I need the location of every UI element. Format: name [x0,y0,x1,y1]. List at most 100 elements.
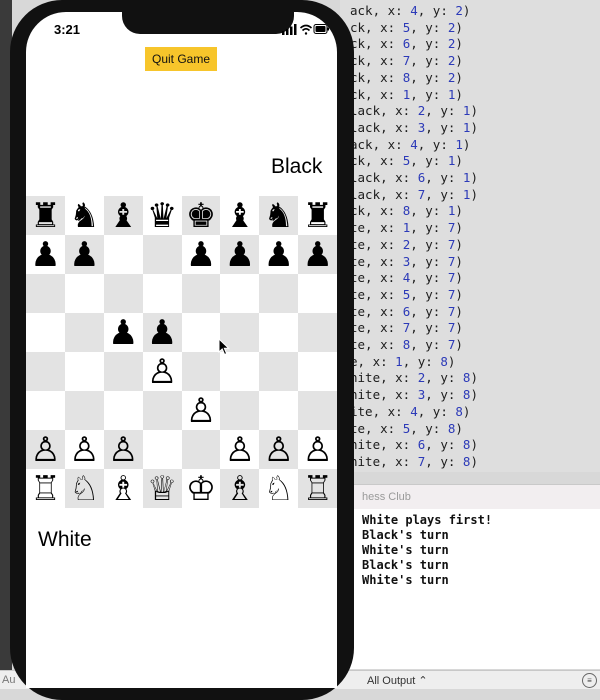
chess-piece[interactable]: ♟ [69,238,99,272]
board-square[interactable]: ♘ [259,469,299,508]
chess-piece[interactable]: ♗ [108,472,138,506]
board-square[interactable] [298,274,337,313]
board-square[interactable]: ♟ [103,313,143,352]
chess-piece[interactable]: ♝ [225,199,255,233]
chess-piece[interactable]: ♙ [147,355,177,389]
chess-piece[interactable]: ♞ [69,199,99,233]
quit-game-button[interactable]: Quit Game [145,47,217,71]
chess-piece[interactable]: ♙ [69,433,99,467]
chess-piece[interactable]: ♜ [30,199,60,233]
board-square[interactable] [142,391,182,430]
board-square[interactable] [103,235,143,274]
board-square[interactable] [298,313,337,352]
board-square[interactable] [64,352,104,391]
chess-piece[interactable]: ♜ [302,199,332,233]
board-square[interactable]: ♟ [259,235,299,274]
chess-board[interactable]: ♜ ♞ ♝ ♛ ♚ ♝ ♞ ♜ ♟ ♟ ♟ ♟ ♟ ♟ ♟ ♟ ♙ ♙ ♙ ♙ ♙ ♙ ♙ ♙ ♖ ♘ ♗ ♕ ♔ ♗ ♘ ♖ [26,196,337,508]
chess-piece[interactable]: ♙ [30,433,60,467]
chess-piece[interactable]: ♖ [30,472,60,506]
board-square[interactable] [181,313,221,352]
board-square[interactable] [259,352,299,391]
board-square[interactable]: ♝ [103,196,143,235]
chess-piece[interactable]: ♔ [186,472,216,506]
xcode-code-editor[interactable]: ack, x: 4, y: 2) ck, x: 5, y: 2) ck, x: 6,… [340,0,600,472]
board-square[interactable]: ♞ [64,196,104,235]
board-square[interactable] [220,391,260,430]
board-square[interactable] [64,274,104,313]
chess-piece[interactable]: ♙ [302,433,332,467]
chess-piece[interactable]: ♙ [108,433,138,467]
chess-piece[interactable]: ♙ [186,394,216,428]
board-square[interactable] [181,430,221,469]
board-square[interactable]: ♙ [103,430,143,469]
board-square[interactable]: ♜ [298,196,337,235]
chess-piece[interactable]: ♙ [264,433,294,467]
board-square[interactable] [103,391,143,430]
board-square[interactable]: ♙ [26,430,65,469]
board-square[interactable] [298,391,337,430]
board-square[interactable]: ♟ [142,313,182,352]
board-square[interactable] [181,352,221,391]
chess-piece[interactable]: ♟ [225,238,255,272]
board-square[interactable]: ♞ [259,196,299,235]
board-square[interactable]: ♟ [220,235,260,274]
chess-piece[interactable]: ♛ [147,199,177,233]
board-square[interactable]: ♙ [64,430,104,469]
board-square[interactable] [259,313,299,352]
board-square[interactable]: ♙ [298,430,337,469]
board-square[interactable]: ♟ [298,235,337,274]
board-square[interactable]: ♝ [220,196,260,235]
board-square[interactable] [220,352,260,391]
board-square[interactable] [142,235,182,274]
board-square[interactable] [220,274,260,313]
board-square[interactable]: ♙ [220,430,260,469]
board-square[interactable]: ♛ [142,196,182,235]
chess-piece[interactable]: ♟ [264,238,294,272]
board-square[interactable] [26,313,65,352]
board-square[interactable] [142,430,182,469]
chess-piece[interactable]: ♟ [108,316,138,350]
board-square[interactable]: ♕ [142,469,182,508]
board-square[interactable] [64,391,104,430]
board-square[interactable]: ♙ [181,391,221,430]
board-square[interactable]: ♗ [103,469,143,508]
chess-piece[interactable]: ♗ [225,472,255,506]
chess-piece[interactable]: ♘ [69,472,99,506]
board-square[interactable]: ♟ [64,235,104,274]
board-square[interactable] [103,274,143,313]
chess-piece[interactable]: ♙ [225,433,255,467]
chess-piece[interactable]: ♞ [264,199,294,233]
board-square[interactable]: ♔ [181,469,221,508]
board-square[interactable] [64,313,104,352]
chess-piece[interactable]: ♟ [186,238,216,272]
board-square[interactable] [298,352,337,391]
board-square[interactable] [26,274,65,313]
board-square[interactable]: ♚ [181,196,221,235]
board-square[interactable] [103,352,143,391]
chess-piece[interactable]: ♘ [264,472,294,506]
debug-console[interactable]: White plays first! Black's turn White's tu… [340,509,600,669]
filter-icon[interactable]: ≡ [582,673,597,688]
board-square[interactable]: ♟ [26,235,65,274]
output-selector[interactable]: All Output ⌃ [367,674,428,687]
board-square[interactable]: ♖ [298,469,337,508]
board-square[interactable]: ♙ [142,352,182,391]
chess-piece[interactable]: ♚ [186,199,216,233]
board-square[interactable]: ♗ [220,469,260,508]
chess-piece[interactable]: ♕ [147,472,177,506]
board-square[interactable] [142,274,182,313]
board-square[interactable] [26,352,65,391]
chess-piece[interactable]: ♟ [147,316,177,350]
board-square[interactable]: ♜ [26,196,65,235]
chess-piece[interactable]: ♟ [30,238,60,272]
board-square[interactable]: ♖ [26,469,65,508]
board-square[interactable] [26,391,65,430]
board-square[interactable] [259,274,299,313]
board-square[interactable]: ♟ [181,235,221,274]
board-square[interactable]: ♙ [259,430,299,469]
chess-piece[interactable]: ♖ [302,472,332,506]
board-square[interactable] [181,274,221,313]
chess-piece[interactable]: ♟ [302,238,332,272]
board-square[interactable]: ♘ [64,469,104,508]
board-square[interactable] [259,391,299,430]
